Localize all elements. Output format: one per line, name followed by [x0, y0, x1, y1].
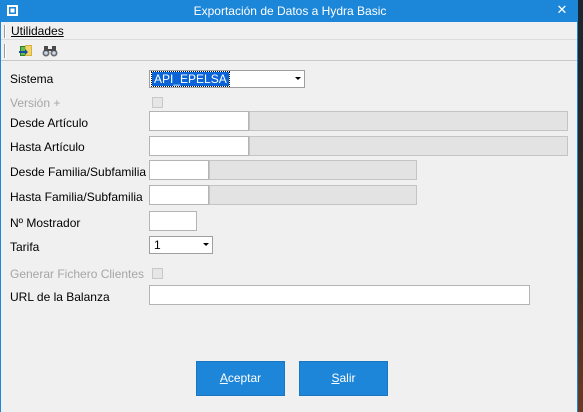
tarifa-value: 1	[154, 238, 161, 252]
hasta-articulo-label: Hasta Artículo	[10, 140, 85, 154]
binoculars-icon	[42, 46, 58, 57]
hasta-familia-description	[209, 185, 417, 205]
tarifa-label: Tarifa	[10, 240, 40, 254]
toolbar-grip[interactable]	[4, 44, 6, 58]
menu-utilidades[interactable]: Utilidades	[11, 24, 64, 38]
mostrador-field[interactable]	[149, 211, 197, 231]
tarifa-select[interactable]: 1	[149, 236, 213, 254]
sistema-label: Sistema	[10, 72, 54, 86]
hasta-familia-field[interactable]	[149, 185, 209, 205]
find-button[interactable]	[41, 43, 59, 59]
chevron-down-icon[interactable]	[203, 243, 209, 246]
aceptar-mnemonic: A	[219, 371, 228, 385]
desde-familia-description	[209, 160, 417, 180]
generar-clientes-label: Generar Fichero Clientes	[10, 267, 145, 281]
title-bar[interactable]: Exportación de Datos a Hydra Basic ✕	[1, 0, 579, 22]
export-dialog: Exportación de Datos a Hydra Basic ✕ Uti…	[0, 0, 579, 412]
aceptar-button[interactable]: Aceptar	[196, 361, 285, 396]
sistema-value: API_EPELSA	[151, 71, 230, 87]
desde-articulo-label: Desde Artículo	[10, 116, 89, 130]
url-balanza-label: URL de la Balanza	[10, 290, 110, 304]
desde-articulo-description	[249, 111, 568, 131]
export-button[interactable]	[17, 43, 35, 59]
toolbar	[1, 41, 577, 61]
hasta-familia-label: Hasta Familia/Subfamilia	[10, 190, 143, 204]
desktop-background	[578, 0, 583, 412]
menu-bar: Utilidades	[1, 22, 577, 40]
salir-label: alir	[339, 371, 356, 385]
desde-articulo-field[interactable]	[149, 111, 249, 131]
close-button[interactable]: ✕	[545, 0, 579, 22]
mostrador-label: Nº Mostrador	[10, 216, 81, 230]
hasta-articulo-description	[249, 136, 568, 156]
url-balanza-field[interactable]	[149, 285, 530, 305]
salir-button[interactable]: Salir	[299, 361, 388, 396]
menu-grip[interactable]	[4, 25, 6, 38]
chevron-down-icon[interactable]	[295, 77, 301, 80]
export-icon	[19, 45, 32, 56]
desde-familia-field[interactable]	[149, 160, 209, 180]
desde-familia-label: Desde Familia/Subfamilia	[10, 165, 147, 179]
close-icon: ✕	[556, 2, 568, 17]
generar-clientes-checkbox[interactable]	[152, 268, 163, 279]
version-checkbox[interactable]	[152, 97, 163, 108]
sistema-select[interactable]: API_EPELSA	[149, 70, 305, 88]
aceptar-label: ceptar	[227, 371, 262, 385]
salir-mnemonic: S	[331, 371, 340, 385]
window-title: Exportación de Datos a Hydra Basic	[193, 4, 387, 18]
version-label: Versión +	[10, 96, 61, 110]
hasta-articulo-field[interactable]	[149, 136, 249, 156]
